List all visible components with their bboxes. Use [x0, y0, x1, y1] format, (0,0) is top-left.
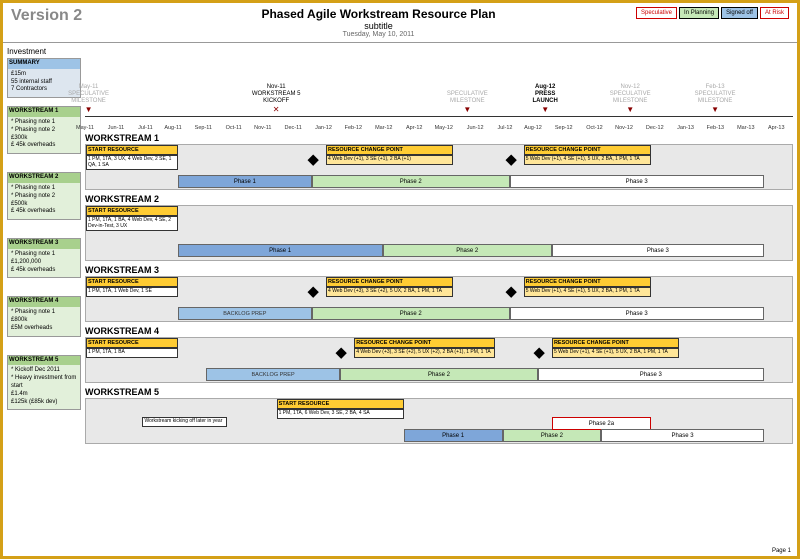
resource-box: RESOURCE CHANGE POINT — [552, 338, 679, 348]
ws-title: WORKSTREAM 4 — [8, 297, 80, 307]
diamond-icon — [533, 348, 544, 359]
resource-box: START RESOURCE — [86, 277, 178, 287]
milestone: SPECULATIVEMILESTONE▼ — [447, 91, 488, 115]
workstream-5: WORKSTREAM 5Workstream kicking off later… — [85, 387, 793, 444]
resource-box: 1 PM, 1TA, 1 Web Dev, 1 SE — [86, 287, 178, 297]
resource-box: 4 Web Dev (+3), 3 SE (+2), 5 UX, 2 BA, 1… — [326, 287, 453, 297]
ws-title: WORKSTREAM 1 — [85, 133, 793, 143]
diamond-icon — [505, 155, 516, 166]
phase-bar: Phase 2 — [312, 175, 510, 188]
sidebar-ws-2: WORKSTREAM 2* Phasing note 1* Phasing no… — [7, 172, 81, 220]
page-number: Page 1 — [772, 548, 791, 554]
milestone: Nov-12SPECULATIVEMILESTONE▼ — [610, 84, 651, 115]
phase-bar: BACKLOG PREP — [206, 368, 340, 381]
ws-title: WORKSTREAM 2 — [8, 173, 80, 183]
resource-box: RESOURCE CHANGE POINT — [326, 145, 453, 155]
resource-box: Workstream kicking off later in year — [142, 417, 227, 427]
ws-title: WORKSTREAM 5 — [85, 387, 793, 397]
timeline-months: May-11Jun-11Jul-11Aug-11Sep-11Oct-11Nov-… — [85, 125, 793, 131]
phase-bar: Phase 1 — [404, 429, 503, 442]
legend-signed: Signed off — [721, 7, 758, 19]
resource-box: 4 Web Dev (+1), 3 SE (+1), 2 BA (+1) — [326, 155, 453, 165]
page-title: Phased Agile Workstream Resource Plan — [121, 7, 636, 21]
diamond-icon — [336, 348, 347, 359]
investment-heading: Investment — [7, 47, 81, 56]
title-block: Phased Agile Workstream Resource Plan su… — [121, 7, 636, 38]
ws-title: WORKSTREAM 3 — [85, 265, 793, 275]
resource-box: 5 Web Dev (+1), 4 SE (+1), 5 UX, 2 BA, 1… — [524, 155, 651, 165]
timeline-axis — [85, 116, 793, 117]
ws-title: WORKSTREAM 3 — [8, 239, 80, 249]
workstream-1: WORKSTREAM 1START RESOURCE1 PM, 1TA, 3 U… — [85, 133, 793, 190]
sidebar-ws-3: WORKSTREAM 3* Phasing note 1£1,200,000£ … — [7, 238, 81, 278]
resource-box: START RESOURCE — [86, 145, 178, 155]
legend-planning: In Planning — [679, 7, 719, 19]
phase-bar: Phase 2 — [383, 244, 552, 257]
phase-bar: BACKLOG PREP — [178, 307, 312, 320]
milestone: Nov-11WORKSTREAM 5KICKOFF✕ — [252, 84, 301, 115]
resource-box: 1 PM, 1TA, 3 UX, 4 Web Dev, 2 SE, 1 QA, … — [86, 155, 178, 170]
sidebar: Investment SUMMARY £15m 55 internal staf… — [3, 43, 85, 548]
phase-bar: Phase 3 — [601, 429, 763, 442]
ws-body: START RESOURCE1 PM, 1TA, 1 BA RESOURCE CH… — [85, 337, 793, 383]
phase-bar: Phase 3 — [510, 307, 764, 320]
legend-risk: At Risk — [760, 7, 789, 19]
header: Version 2 Phased Agile Workstream Resour… — [3, 3, 797, 43]
phase-bar: Phase 1 — [178, 175, 312, 188]
diamond-icon — [505, 287, 516, 298]
phase-bar: Phase 2 — [503, 429, 602, 442]
ws-body: START RESOURCE1 PM, 1TA, 1 BA, 4 Web Dev… — [85, 205, 793, 261]
phase-bar: Phase 2 — [340, 368, 538, 381]
resource-box: START RESOURCE — [86, 338, 178, 348]
legend: Speculative In Planning Signed off At Ri… — [636, 7, 789, 19]
legend-speculative: Speculative — [636, 7, 677, 19]
resource-box: START RESOURCE — [86, 206, 178, 216]
phase-bar: Phase 2 — [312, 307, 510, 320]
sidebar-ws-4: WORKSTREAM 4* Phasing note 1£800k£5M ove… — [7, 296, 81, 336]
diamond-icon — [307, 287, 318, 298]
resource-box: 1 PM, 1TA, 1 BA, 4 Web Dev, 4 SE, 2 Dev-… — [86, 216, 178, 231]
resource-box: RESOURCE CHANGE POINT — [524, 145, 651, 155]
ws-body: START RESOURCE1 PM, 1TA, 3 UX, 4 Web Dev… — [85, 144, 793, 190]
resource-box: 5 Web Dev (+1), 4 SE (+1), 5 UX, 2 BA, 1… — [552, 348, 679, 358]
resource-box: 4 Web Dev (+3), 3 SE (+2), 5 UX (+2), 2 … — [354, 348, 495, 358]
milestone: Feb-13SPECULATIVEMILESTONE▼ — [695, 84, 736, 115]
phase-bar: Phase 1 — [178, 244, 383, 257]
sidebar-ws-5: WORKSTREAM 5* Kickoff Dec 2011* Heavy in… — [7, 355, 81, 411]
milestone: May-11SPECULATIVEMILESTONE▼ — [68, 84, 109, 115]
resource-box: RESOURCE CHANGE POINT — [524, 277, 651, 287]
main: Investment SUMMARY £15m 55 internal staf… — [3, 43, 797, 548]
resource-box: RESOURCE CHANGE POINT — [326, 277, 453, 287]
phase-bar: Phase 3 — [510, 175, 764, 188]
workstream-4: WORKSTREAM 4START RESOURCE1 PM, 1TA, 1 B… — [85, 326, 793, 383]
summary-l1: £15m — [11, 71, 77, 79]
workstream-3: WORKSTREAM 3START RESOURCE1 PM, 1TA, 1 W… — [85, 265, 793, 322]
workstream-2: WORKSTREAM 2START RESOURCE1 PM, 1TA, 1 B… — [85, 194, 793, 261]
resource-box: 1 PM, 1TA, 6 Web Dev, 3 SE, 2 BA, 4 SA — [277, 409, 404, 419]
ws-body: START RESOURCE1 PM, 1TA, 1 Web Dev, 1 SE… — [85, 276, 793, 322]
resource-box: 5 Web Dev (+1), 4 SE (+1), 5 UX, 2 BA, 1… — [524, 287, 651, 297]
resource-box: 1 PM, 1TA, 1 BA — [86, 348, 178, 358]
summary-title: SUMMARY — [8, 59, 80, 69]
version-label: Version 2 — [11, 7, 121, 25]
resource-box: START RESOURCE — [277, 399, 404, 409]
resource-box: RESOURCE CHANGE POINT — [354, 338, 495, 348]
ws-title: WORKSTREAM 4 — [85, 326, 793, 336]
ws-title: WORKSTREAM 2 — [85, 194, 793, 204]
phase-bar: Phase 3 — [538, 368, 764, 381]
ws-body: Workstream kicking off later in year STAR… — [85, 398, 793, 444]
ws-title: WORKSTREAM 5 — [8, 356, 80, 366]
page-subtitle: subtitle — [121, 21, 636, 31]
chart-area: May-11Jun-11Jul-11Aug-11Sep-11Oct-11Nov-… — [85, 43, 797, 548]
milestone: Aug-12PRESSLAUNCH▼ — [533, 84, 558, 115]
page-date: Tuesday, May 10, 2011 — [121, 31, 636, 38]
diamond-icon — [307, 155, 318, 166]
timeline: May-11Jun-11Jul-11Aug-11Sep-11Oct-11Nov-… — [85, 43, 793, 131]
phase-bar: Phase 3 — [552, 244, 764, 257]
